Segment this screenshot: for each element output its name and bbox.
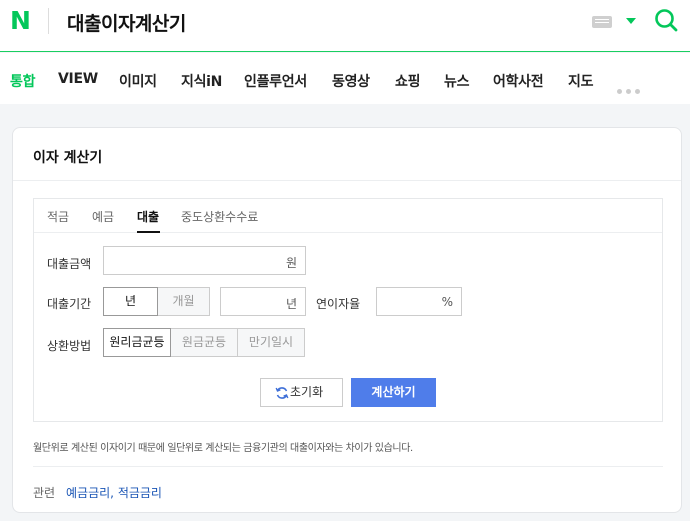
repayment-method-label: 상환방법: [47, 339, 92, 353]
nav-tab-dictionary[interactable]: 어학사전: [493, 71, 544, 91]
nav-tab-images[interactable]: 이미지: [119, 71, 157, 91]
calculator-tabs: 적금 예금 대출 중도상환수수료: [34, 199, 662, 233]
divider: [13, 180, 681, 181]
nav-tab-influencer[interactable]: 인플루언서: [244, 71, 307, 91]
loan-term-unit: 년: [285, 297, 297, 311]
tab-savings[interactable]: 적금: [47, 208, 69, 225]
header: N 대출이자계산기: [0, 0, 690, 52]
loan-term-label: 대출기간: [47, 297, 92, 311]
refresh-icon: [275, 387, 289, 399]
interest-rate-field[interactable]: %: [376, 287, 462, 316]
nav-tab-video[interactable]: 동영상: [332, 71, 370, 91]
tab-loan[interactable]: 대출: [137, 208, 159, 225]
related-links: 예금금리, 적금금리: [66, 484, 162, 501]
reset-button[interactable]: 초기화: [260, 378, 343, 407]
keyboard-icon[interactable]: [592, 16, 612, 28]
active-tab-indicator: [137, 231, 160, 233]
card-title: 이자 계산기: [33, 150, 103, 166]
term-unit-year-button[interactable]: 년: [103, 287, 158, 316]
nav-tab-kin[interactable]: 지식iN: [181, 71, 222, 91]
search-query[interactable]: 대출이자계산기: [67, 9, 186, 36]
nav-tab-map[interactable]: 지도: [568, 71, 593, 91]
reset-button-label: 초기화: [290, 385, 324, 399]
repayment-bullet-button[interactable]: 만기일시: [237, 328, 305, 357]
interest-rate-unit: %: [441, 295, 453, 309]
interest-rate-label: 연이자율: [316, 297, 361, 311]
loan-amount-input[interactable]: [104, 247, 305, 274]
caret-down-icon[interactable]: [626, 18, 636, 24]
nav-tab-shopping[interactable]: 쇼핑: [395, 71, 420, 91]
loan-amount-unit: 원: [285, 256, 297, 270]
calculate-button[interactable]: 계산하기: [351, 378, 436, 407]
tab-deposit[interactable]: 예금: [92, 208, 114, 225]
search-icon[interactable]: [654, 8, 678, 32]
repayment-equal-installment-button[interactable]: 원리금균등: [103, 328, 171, 357]
header-divider: [48, 8, 49, 34]
tab-prepayment-fee[interactable]: 중도상환수수료: [181, 208, 258, 225]
loan-term-field[interactable]: 년: [220, 287, 306, 316]
interest-calculator-card: 이자 계산기 적금 예금 대출 중도상환수수료 대출금액 원 대출기간 년 개월…: [12, 127, 682, 513]
loan-amount-field[interactable]: 원: [103, 246, 306, 275]
calculation-notice: 월단위로 계산된 이자이기 때문에 일단위로 계산되는 금융기관의 대출이자와는…: [33, 443, 413, 454]
related-link-deposit-rate[interactable]: 예금금리: [66, 486, 110, 500]
related-link-savings-rate[interactable]: 적금금리: [118, 486, 162, 500]
nav-tabs: 통합 VIEW 이미지 지식iN 인플루언서 동영상 쇼핑 뉴스 어학사전 지도: [0, 53, 690, 104]
loan-amount-label: 대출금액: [47, 257, 92, 271]
more-icon[interactable]: [617, 79, 644, 98]
related-label: 관련: [33, 486, 56, 500]
divider: [33, 466, 663, 467]
naver-logo[interactable]: N: [10, 8, 32, 33]
repayment-equal-principal-button[interactable]: 원금균등: [170, 328, 238, 357]
related-separator: ,: [110, 486, 118, 500]
term-unit-month-button[interactable]: 개월: [157, 287, 210, 316]
nav-tab-all[interactable]: 통합: [10, 71, 35, 91]
nav-tab-view[interactable]: VIEW: [58, 71, 98, 87]
calculator-panel: 적금 예금 대출 중도상환수수료 대출금액 원 대출기간 년 개월 년 연이자율…: [33, 198, 663, 422]
nav-tab-news[interactable]: 뉴스: [444, 71, 469, 91]
